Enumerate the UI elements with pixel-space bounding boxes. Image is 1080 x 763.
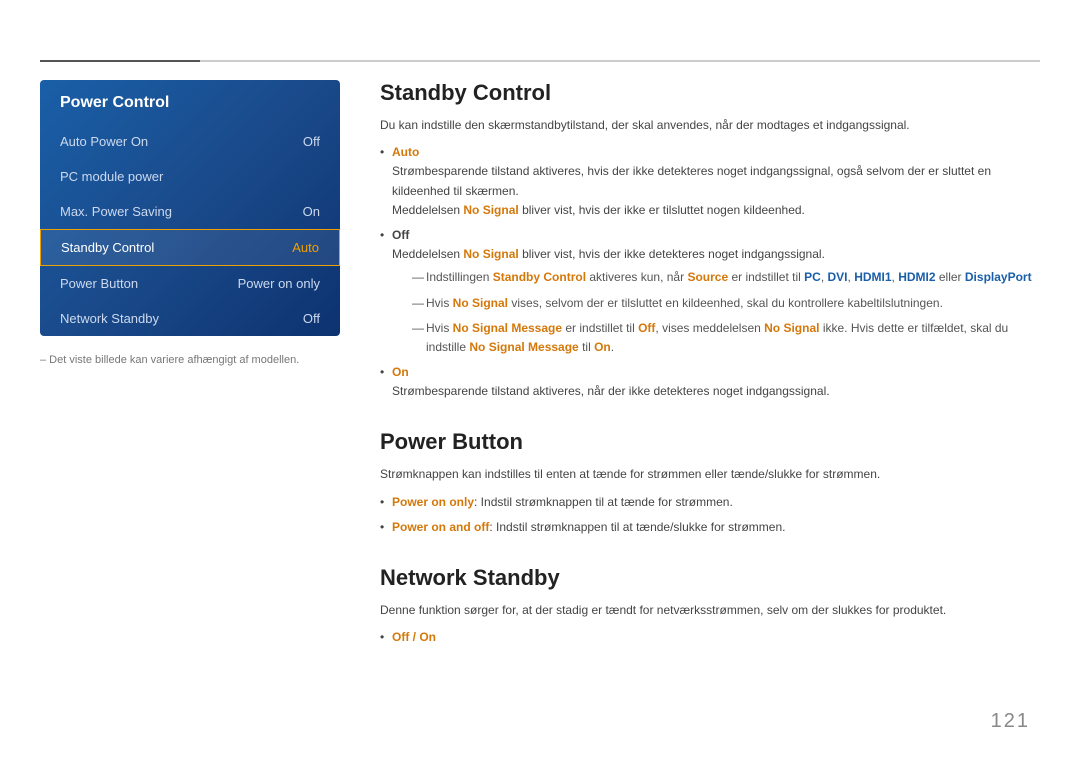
page-number: 121: [991, 710, 1030, 733]
menu-item-auto-power-on[interactable]: Auto Power On Off: [40, 124, 340, 159]
power-button-list: Power on only: Indstil strømknappen til …: [380, 493, 1040, 537]
section-power-button: Power Button Strømknappen kan indstilles…: [380, 429, 1040, 537]
section-network-standby: Network Standby Denne funktion sørger fo…: [380, 565, 1040, 647]
bullet-auto-label: Auto: [392, 145, 419, 159]
bullet-power-on-off: Power on and off: Indstil strømknappen t…: [380, 518, 1040, 537]
menu-item-value: Off: [303, 134, 320, 149]
menu-title: Power Control: [40, 80, 340, 124]
off-sublist: Indstillingen Standby Control aktiveres …: [392, 268, 1040, 357]
menu-item-max-power-saving[interactable]: Max. Power Saving On: [40, 194, 340, 229]
menu-item-value: Auto: [292, 240, 319, 255]
right-content: Standby Control Du kan indstille den skæ…: [380, 80, 1040, 675]
menu-item-pc-module[interactable]: PC module power: [40, 159, 340, 194]
menu-item-label: Auto Power On: [60, 134, 148, 149]
power-button-title: Power Button: [380, 429, 1040, 455]
power-control-menu: Power Control Auto Power On Off PC modul…: [40, 80, 340, 336]
bullet-on-label: On: [392, 365, 409, 379]
power-on-off-label: Power on and off: [392, 520, 489, 534]
menu-item-value: Power on only: [238, 276, 320, 291]
bullet-off: Off Meddelelsen No Signal bliver vist, h…: [380, 226, 1040, 357]
sub-item-1: Indstillingen Standby Control aktiveres …: [412, 268, 1040, 287]
bullet-on: On Strømbesparende tilstand aktiveres, n…: [380, 363, 1040, 401]
off-on-label: Off / On: [392, 630, 436, 644]
menu-item-value: On: [303, 204, 320, 219]
standby-control-list: Auto Strømbesparende tilstand aktiveres,…: [380, 143, 1040, 401]
menu-item-label: PC module power: [60, 169, 163, 184]
menu-item-network-standby[interactable]: Network Standby Off: [40, 301, 340, 336]
sub-item-3: Hvis No Signal Message er indstillet til…: [412, 319, 1040, 357]
standby-control-title: Standby Control: [380, 80, 1040, 106]
bullet-auto: Auto Strømbesparende tilstand aktiveres,…: [380, 143, 1040, 220]
menu-item-label: Power Button: [60, 276, 138, 291]
power-on-only-label: Power on only: [392, 495, 474, 509]
standby-control-desc: Du kan indstille den skærmstandbytilstan…: [380, 116, 1040, 135]
network-standby-title: Network Standby: [380, 565, 1040, 591]
section-standby-control: Standby Control Du kan indstille den skæ…: [380, 80, 1040, 401]
network-standby-desc: Denne funktion sørger for, at der stadig…: [380, 601, 1040, 620]
bullet-power-on-only: Power on only: Indstil strømknappen til …: [380, 493, 1040, 512]
power-button-desc: Strømknappen kan indstilles til enten at…: [380, 465, 1040, 484]
bullet-off-on: Off / On: [380, 628, 1040, 647]
top-accent: [40, 60, 200, 62]
bullet-off-label: Off: [392, 228, 409, 242]
left-panel: Power Control Auto Power On Off PC modul…: [40, 80, 340, 366]
menu-item-power-button[interactable]: Power Button Power on only: [40, 266, 340, 301]
menu-item-label: Max. Power Saving: [60, 204, 172, 219]
sub-item-2: Hvis No Signal vises, selvom der er tils…: [412, 294, 1040, 313]
note-text: – Det viste billede kan variere afhængig…: [40, 354, 340, 366]
menu-item-value: Off: [303, 311, 320, 326]
menu-item-label: Standby Control: [61, 240, 154, 255]
menu-item-standby-control[interactable]: Standby Control Auto: [40, 229, 340, 266]
network-standby-list: Off / On: [380, 628, 1040, 647]
menu-item-label: Network Standby: [60, 311, 159, 326]
